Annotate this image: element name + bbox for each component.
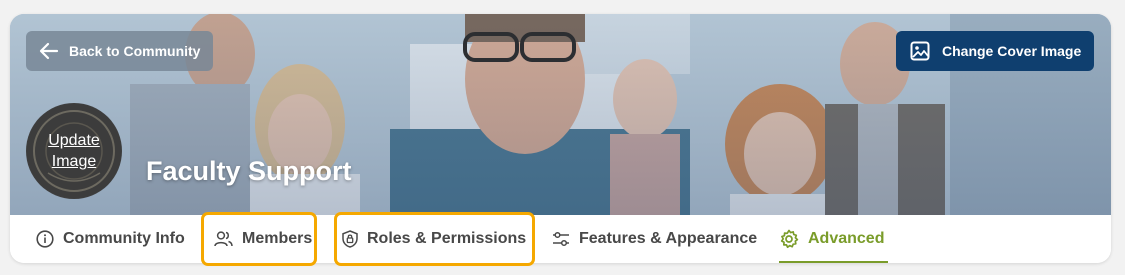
back-to-community-button[interactable]: Back to Community xyxy=(26,31,213,71)
tab-members[interactable]: Members xyxy=(214,215,312,263)
arrow-left-icon xyxy=(39,42,59,60)
community-avatar[interactable]: Update Image xyxy=(26,103,122,199)
tab-features-appearance-label: Features & Appearance xyxy=(579,230,758,247)
change-cover-image-button[interactable]: Change Cover Image xyxy=(896,31,1094,71)
info-circle-icon xyxy=(36,230,54,248)
tab-community-info-label: Community Info xyxy=(63,230,185,247)
tab-roles-permissions[interactable]: Roles & Permissions xyxy=(342,215,526,263)
community-settings-card: Back to Community Change Cover Image Upd… xyxy=(10,14,1111,263)
sliders-icon xyxy=(553,231,569,247)
cover-image: Back to Community Change Cover Image Upd… xyxy=(10,14,1111,215)
update-image-line2: Image xyxy=(51,153,97,170)
back-to-community-label: Back to Community xyxy=(69,43,201,59)
tab-members-label: Members xyxy=(242,230,313,247)
update-image-link[interactable]: Update Image xyxy=(26,103,122,199)
tab-features-appearance[interactable]: Features & Appearance xyxy=(552,215,757,263)
update-image-line1: Update xyxy=(48,132,100,149)
tab-roles-permissions-label: Roles & Permissions xyxy=(367,230,527,247)
users-icon xyxy=(214,231,233,247)
tab-community-info[interactable]: Community Info xyxy=(36,215,185,263)
settings-tab-bar: Community Info Members Roles & Permissio… xyxy=(10,215,1111,263)
change-cover-image-label: Change Cover Image xyxy=(942,43,1082,59)
community-name: Faculty Support xyxy=(146,156,352,186)
image-icon xyxy=(910,41,930,61)
tab-advanced-label: Advanced xyxy=(808,230,885,247)
shield-lock-icon xyxy=(342,230,358,248)
tab-advanced[interactable]: Advanced xyxy=(779,215,889,263)
gear-icon xyxy=(780,229,799,249)
